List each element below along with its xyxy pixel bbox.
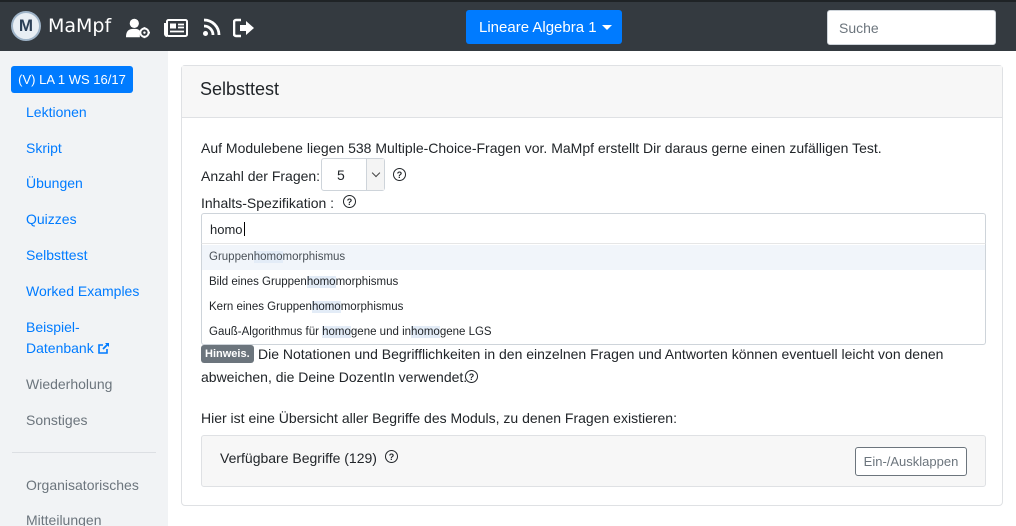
hint-text-line2: abweichen, die Deine DozentIn verwendet.: [201, 369, 468, 385]
toggle-terms-button[interactable]: Ein-/Ausklappen: [855, 447, 967, 476]
selftest-card: Selbsttest Auf Modulebene liegen 538 Mul…: [181, 65, 1003, 506]
newspaper-icon[interactable]: [164, 17, 188, 39]
caret-down-icon: [602, 25, 612, 30]
sidebar-item-datenbank-label: Datenbank: [26, 340, 94, 356]
question-count-help-icon[interactable]: ?: [393, 168, 406, 181]
sidebar-item-skript[interactable]: Skript: [26, 138, 62, 159]
intro-text: Auf Modulebene liegen 538 Multiple-Choic…: [201, 140, 882, 156]
sidebar-item-datenbank[interactable]: Datenbank: [26, 338, 110, 359]
sign-out-icon[interactable]: [232, 17, 256, 39]
sidebar-item-lektionen[interactable]: Lektionen: [26, 102, 87, 123]
sidebar-item-wiederholung[interactable]: Wiederholung: [26, 374, 112, 395]
brand-link[interactable]: M MaMpf: [11, 11, 111, 41]
sidebar-item-quizzes[interactable]: Quizzes: [26, 209, 77, 230]
suggestion-gruppenhomomorphismus[interactable]: Gruppenhomomorphismus: [202, 245, 985, 270]
question-count-select[interactable]: 5: [321, 158, 385, 191]
brand-name: MaMpf: [48, 15, 112, 37]
available-terms-help-icon[interactable]: ?: [385, 450, 398, 463]
sidebar-item-selbsttest[interactable]: Selbsttest: [26, 245, 87, 266]
content-spec-input[interactable]: homo: [201, 213, 986, 245]
question-count-label: Anzahl der Fragen:: [201, 168, 321, 184]
sidebar-item-sonstiges[interactable]: Sonstiges: [26, 410, 87, 431]
sidebar-divider: [12, 452, 156, 453]
chevron-down-icon: [366, 159, 384, 190]
hint-badge: Hinweis.: [201, 345, 254, 363]
sidebar: (V) LA 1 WS 16/17 Lektionen Skript Übung…: [0, 51, 168, 526]
available-terms-label: Verfügbare Begriffe (129): [220, 450, 377, 466]
external-link-icon: [97, 343, 109, 354]
suggestion-gauss-algorithmus[interactable]: Gauß-Algorithmus für homogene und inhomo…: [202, 320, 985, 345]
autocomplete-dropdown: Gruppenhomomorphismus Bild eines Gruppen…: [201, 243, 986, 345]
sidebar-item-uebungen[interactable]: Übungen: [26, 173, 83, 194]
available-terms-card: Verfügbare Begriffe (129) ? Ein-/Ausklap…: [201, 435, 986, 487]
top-navbar: M MaMpf Lineare Algebra 1 Suche: [0, 0, 1016, 51]
lecture-badge[interactable]: (V) LA 1 WS 16/17: [11, 66, 133, 93]
sidebar-item-beispiel[interactable]: Beispiel-: [26, 317, 80, 338]
overview-text: Hier ist eine Übersicht aller Begriffe d…: [201, 410, 677, 426]
hint-text-line1: Die Notationen und Begrifflichkeiten in …: [258, 346, 944, 362]
sidebar-item-mitteilungen[interactable]: Mitteilungen: [26, 510, 102, 526]
course-dropdown-label: Lineare Algebra 1: [479, 18, 597, 36]
user-cog-icon[interactable]: [126, 17, 150, 39]
content-spec-label: Inhalts-Spezifikation :: [201, 195, 335, 211]
sidebar-item-organisatorisches[interactable]: Organisatorisches: [26, 475, 139, 496]
hint-help-icon[interactable]: ?: [465, 370, 478, 383]
rss-icon[interactable]: [199, 17, 223, 39]
card-header: Selbsttest: [182, 66, 1002, 118]
content-spec-input-value: homo: [210, 222, 245, 237]
suggestion-bild-gruppenhomomorphismus[interactable]: Bild eines Gruppenhomomorphismus: [202, 270, 985, 295]
suggestion-kern-gruppenhomomorphismus[interactable]: Kern eines Gruppenhomomorphismus: [202, 295, 985, 320]
page-title: Selbsttest: [200, 79, 280, 99]
course-dropdown-button[interactable]: Lineare Algebra 1: [466, 10, 622, 44]
mampf-logo: M: [11, 11, 41, 41]
search-input[interactable]: [827, 10, 996, 45]
content-spec-help-icon[interactable]: ?: [343, 195, 356, 208]
question-count-value: 5: [337, 167, 345, 183]
sidebar-item-worked-examples[interactable]: Worked Examples: [26, 281, 139, 302]
